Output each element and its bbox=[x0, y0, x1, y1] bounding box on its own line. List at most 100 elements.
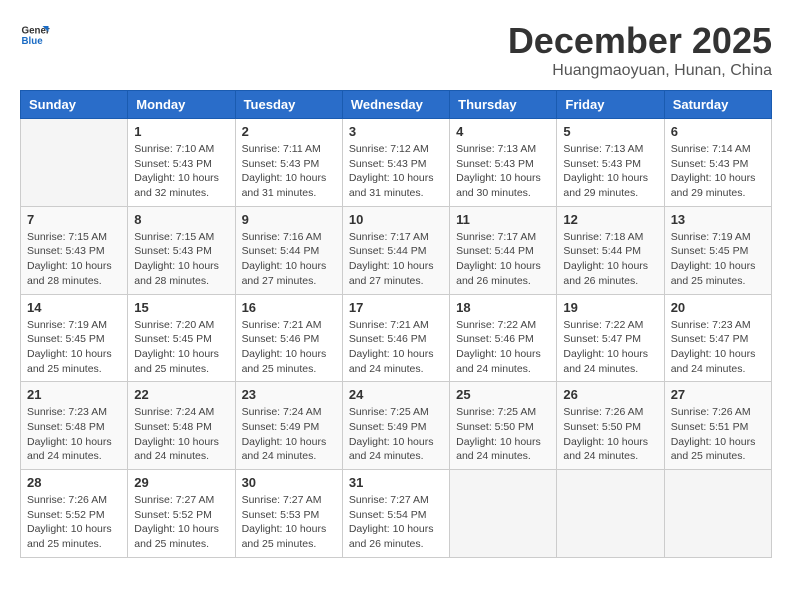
day-number: 19 bbox=[563, 300, 657, 315]
day-number: 14 bbox=[27, 300, 121, 315]
day-info: Sunrise: 7:10 AM Sunset: 5:43 PM Dayligh… bbox=[134, 142, 228, 201]
table-row: 25 Sunrise: 7:25 AM Sunset: 5:50 PM Dayli… bbox=[450, 382, 557, 470]
table-row: 30Sunrise: 7:27 AM Sunset: 5:53 PM Dayli… bbox=[235, 470, 342, 558]
day-info: Sunrise: 7:26 AM Sunset: 5:51 PM Dayligh… bbox=[671, 405, 765, 464]
day-number: 11 bbox=[456, 212, 550, 227]
day-number: 2 bbox=[242, 124, 336, 139]
table-row: 12Sunrise: 7:18 AM Sunset: 5:44 PM Dayli… bbox=[557, 206, 664, 294]
table-row: 17 Sunrise: 7:21 AM Sunset: 5:46 PM Dayli… bbox=[342, 294, 449, 382]
day-number: 8 bbox=[134, 212, 228, 227]
table-row: 9 Sunrise: 7:16 AM Sunset: 5:44 PM Daylig… bbox=[235, 206, 342, 294]
day-info: Sunrise: 7:25 AM Sunset: 5:49 PM Dayligh… bbox=[349, 405, 443, 464]
day-info: Sunrise: 7:21 AM Sunset: 5:46 PM Dayligh… bbox=[349, 318, 443, 377]
calendar-week-row: 28 Sunrise: 7:26 AM Sunset: 5:52 PM Dayli… bbox=[21, 470, 772, 558]
table-row bbox=[664, 470, 771, 558]
day-info: Sunrise: 7:23 AM Sunset: 5:47 PM Dayligh… bbox=[671, 318, 765, 377]
day-number: 15 bbox=[134, 300, 228, 315]
location-subtitle: Huangmaoyuan, Hunan, China bbox=[508, 62, 772, 80]
day-number: 16 bbox=[242, 300, 336, 315]
day-info: Sunrise: 7:22 AM Sunset: 5:46 PM Dayligh… bbox=[456, 318, 550, 377]
day-info: Sunrise: 7:20 AM Sunset: 5:45 PM Dayligh… bbox=[134, 318, 228, 377]
title-section: December 2025 Huangmaoyuan, Hunan, China bbox=[508, 20, 772, 80]
day-number: 6 bbox=[671, 124, 765, 139]
day-number: 1 bbox=[134, 124, 228, 139]
col-friday: Friday bbox=[557, 91, 664, 119]
table-row: 21Sunrise: 7:23 AM Sunset: 5:48 PM Dayli… bbox=[21, 382, 128, 470]
table-row: 5Sunrise: 7:13 AM Sunset: 5:43 PM Daylig… bbox=[557, 119, 664, 207]
day-info: Sunrise: 7:27 AM Sunset: 5:52 PM Dayligh… bbox=[134, 493, 228, 552]
col-tuesday: Tuesday bbox=[235, 91, 342, 119]
table-row bbox=[450, 470, 557, 558]
day-info: Sunrise: 7:15 AM Sunset: 5:43 PM Dayligh… bbox=[27, 230, 121, 289]
day-info: Sunrise: 7:14 AM Sunset: 5:43 PM Dayligh… bbox=[671, 142, 765, 201]
calendar-week-row: 7 Sunrise: 7:15 AM Sunset: 5:43 PM Daylig… bbox=[21, 206, 772, 294]
day-info: Sunrise: 7:25 AM Sunset: 5:50 PM Dayligh… bbox=[456, 405, 550, 464]
table-row: 4 Sunrise: 7:13 AM Sunset: 5:43 PM Daylig… bbox=[450, 119, 557, 207]
day-info: Sunrise: 7:17 AM Sunset: 5:44 PM Dayligh… bbox=[456, 230, 550, 289]
col-sunday: Sunday bbox=[21, 91, 128, 119]
day-number: 26 bbox=[563, 387, 657, 402]
table-row: 15 Sunrise: 7:20 AM Sunset: 5:45 PM Dayli… bbox=[128, 294, 235, 382]
day-number: 25 bbox=[456, 387, 550, 402]
month-year-title: December 2025 bbox=[508, 20, 772, 62]
calendar-week-row: 21Sunrise: 7:23 AM Sunset: 5:48 PM Dayli… bbox=[21, 382, 772, 470]
table-row: 2 Sunrise: 7:11 AM Sunset: 5:43 PM Daylig… bbox=[235, 119, 342, 207]
table-row: 27 Sunrise: 7:26 AM Sunset: 5:51 PM Dayli… bbox=[664, 382, 771, 470]
day-info: Sunrise: 7:26 AM Sunset: 5:52 PM Dayligh… bbox=[27, 493, 121, 552]
day-number: 23 bbox=[242, 387, 336, 402]
day-number: 21 bbox=[27, 387, 121, 402]
day-info: Sunrise: 7:19 AM Sunset: 5:45 PM Dayligh… bbox=[27, 318, 121, 377]
day-info: Sunrise: 7:21 AM Sunset: 5:46 PM Dayligh… bbox=[242, 318, 336, 377]
table-row: 16 Sunrise: 7:21 AM Sunset: 5:46 PM Dayli… bbox=[235, 294, 342, 382]
svg-text:Blue: Blue bbox=[22, 36, 44, 47]
table-row: 20Sunrise: 7:23 AM Sunset: 5:47 PM Dayli… bbox=[664, 294, 771, 382]
day-number: 3 bbox=[349, 124, 443, 139]
table-row: 26 Sunrise: 7:26 AM Sunset: 5:50 PM Dayli… bbox=[557, 382, 664, 470]
day-number: 7 bbox=[27, 212, 121, 227]
table-row: 14 Sunrise: 7:19 AM Sunset: 5:45 PM Dayli… bbox=[21, 294, 128, 382]
table-row: 1 Sunrise: 7:10 AM Sunset: 5:43 PM Daylig… bbox=[128, 119, 235, 207]
day-number: 22 bbox=[134, 387, 228, 402]
day-number: 13 bbox=[671, 212, 765, 227]
day-number: 4 bbox=[456, 124, 550, 139]
logo-icon: General Blue bbox=[20, 20, 50, 50]
day-number: 28 bbox=[27, 475, 121, 490]
table-row: 24Sunrise: 7:25 AM Sunset: 5:49 PM Dayli… bbox=[342, 382, 449, 470]
table-row: 19 Sunrise: 7:22 AM Sunset: 5:47 PM Dayli… bbox=[557, 294, 664, 382]
page-header: General Blue December 2025 Huangmaoyuan,… bbox=[20, 20, 772, 80]
table-row: 11 Sunrise: 7:17 AM Sunset: 5:44 PM Dayli… bbox=[450, 206, 557, 294]
logo: General Blue bbox=[20, 20, 50, 50]
day-info: Sunrise: 7:17 AM Sunset: 5:44 PM Dayligh… bbox=[349, 230, 443, 289]
day-info: Sunrise: 7:18 AM Sunset: 5:44 PM Dayligh… bbox=[563, 230, 657, 289]
col-monday: Monday bbox=[128, 91, 235, 119]
day-info: Sunrise: 7:16 AM Sunset: 5:44 PM Dayligh… bbox=[242, 230, 336, 289]
day-number: 27 bbox=[671, 387, 765, 402]
day-number: 30 bbox=[242, 475, 336, 490]
table-row: 18 Sunrise: 7:22 AM Sunset: 5:46 PM Dayli… bbox=[450, 294, 557, 382]
col-thursday: Thursday bbox=[450, 91, 557, 119]
day-number: 29 bbox=[134, 475, 228, 490]
day-info: Sunrise: 7:13 AM Sunset: 5:43 PM Dayligh… bbox=[456, 142, 550, 201]
day-number: 5 bbox=[563, 124, 657, 139]
table-row: 6 Sunrise: 7:14 AM Sunset: 5:43 PM Daylig… bbox=[664, 119, 771, 207]
table-row: 7 Sunrise: 7:15 AM Sunset: 5:43 PM Daylig… bbox=[21, 206, 128, 294]
day-number: 18 bbox=[456, 300, 550, 315]
calendar-table: Sunday Monday Tuesday Wednesday Thursday… bbox=[20, 90, 772, 558]
calendar-week-row: 1 Sunrise: 7:10 AM Sunset: 5:43 PM Daylig… bbox=[21, 119, 772, 207]
table-row: 31Sunrise: 7:27 AM Sunset: 5:54 PM Dayli… bbox=[342, 470, 449, 558]
calendar-header-row: Sunday Monday Tuesday Wednesday Thursday… bbox=[21, 91, 772, 119]
table-row: 13Sunrise: 7:19 AM Sunset: 5:45 PM Dayli… bbox=[664, 206, 771, 294]
calendar-week-row: 14 Sunrise: 7:19 AM Sunset: 5:45 PM Dayli… bbox=[21, 294, 772, 382]
day-number: 9 bbox=[242, 212, 336, 227]
day-number: 17 bbox=[349, 300, 443, 315]
day-info: Sunrise: 7:26 AM Sunset: 5:50 PM Dayligh… bbox=[563, 405, 657, 464]
table-row: 28 Sunrise: 7:26 AM Sunset: 5:52 PM Dayli… bbox=[21, 470, 128, 558]
day-info: Sunrise: 7:24 AM Sunset: 5:48 PM Dayligh… bbox=[134, 405, 228, 464]
day-number: 10 bbox=[349, 212, 443, 227]
day-number: 31 bbox=[349, 475, 443, 490]
day-info: Sunrise: 7:11 AM Sunset: 5:43 PM Dayligh… bbox=[242, 142, 336, 201]
col-wednesday: Wednesday bbox=[342, 91, 449, 119]
table-row: 3Sunrise: 7:12 AM Sunset: 5:43 PM Daylig… bbox=[342, 119, 449, 207]
table-row: 23Sunrise: 7:24 AM Sunset: 5:49 PM Dayli… bbox=[235, 382, 342, 470]
day-info: Sunrise: 7:22 AM Sunset: 5:47 PM Dayligh… bbox=[563, 318, 657, 377]
